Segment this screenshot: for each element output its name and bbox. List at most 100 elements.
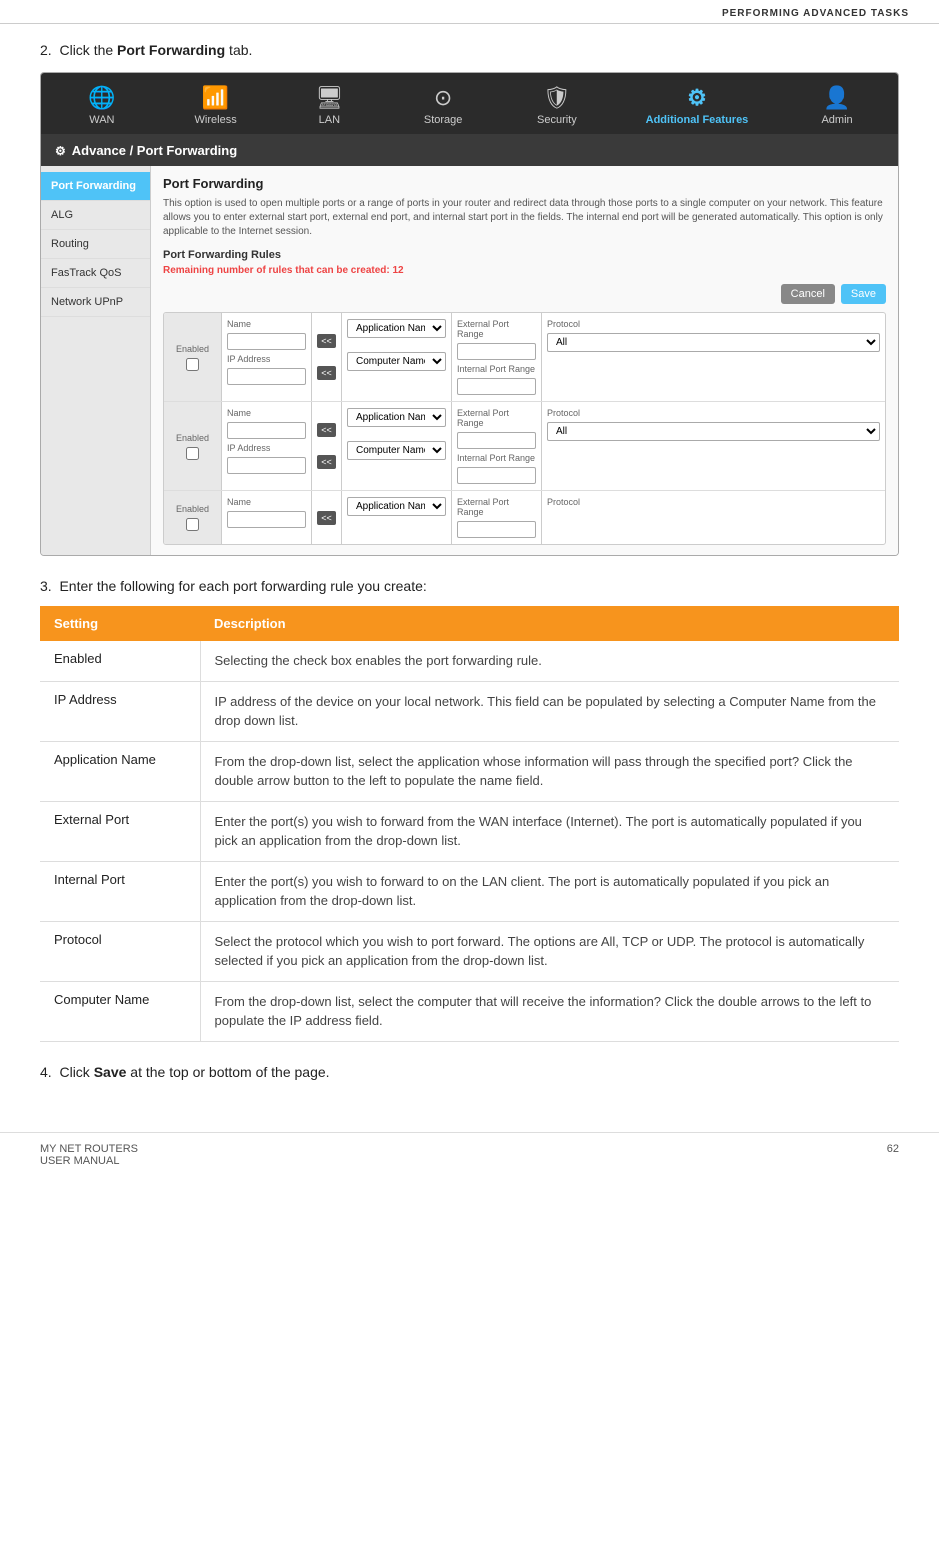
- nav-item-additional[interactable]: Additional Features: [636, 81, 759, 130]
- pf-name-col-3: Name: [222, 491, 312, 544]
- save-button[interactable]: Save: [841, 284, 886, 304]
- pf-app-select-1[interactable]: Application Name: [347, 319, 446, 338]
- rules-count: Remaining number of rules that can be cr…: [163, 265, 886, 276]
- nav-label-wireless: Wireless: [195, 114, 237, 126]
- page-content: 2. Click the Port Forwarding tab. WAN Wi…: [0, 24, 939, 1122]
- pf-arrow-btn-app-1[interactable]: <<: [317, 334, 336, 348]
- storage-icon: [434, 85, 452, 111]
- pf-app-select-2[interactable]: Application Name: [347, 408, 446, 427]
- footer-left: MY NET ROUTERSUSER MANUAL: [40, 1143, 138, 1167]
- pf-arrow-btn-comp-2[interactable]: <<: [317, 455, 336, 469]
- pf-protocol-select-2[interactable]: All TCP UDP: [547, 422, 880, 441]
- nav-item-storage[interactable]: Storage: [408, 81, 478, 130]
- description-cell: From the drop-down list, select the comp…: [200, 981, 899, 1041]
- pf-app-col-1: Application Name Computer Name: [342, 313, 452, 401]
- content-desc: This option is used to open multiple por…: [163, 197, 886, 239]
- rules-buttons: Cancel Save: [163, 284, 886, 304]
- setting-cell: Computer Name: [40, 981, 200, 1041]
- step3-title: 3. Enter the following for each port for…: [40, 578, 899, 594]
- cancel-button[interactable]: Cancel: [781, 284, 835, 304]
- setting-cell: Internal Port: [40, 861, 200, 921]
- pf-name-col-2: Name IP Address: [222, 402, 312, 490]
- pf-checkbox-3[interactable]: [186, 518, 199, 531]
- nav-label-additional: Additional Features: [646, 114, 749, 126]
- pf-row-3: Enabled Name << Application Name: [164, 491, 885, 544]
- pf-ext-port-input-2[interactable]: [457, 432, 536, 449]
- pf-arrow-btn-app-2[interactable]: <<: [317, 423, 336, 437]
- nav-item-security[interactable]: Security: [522, 81, 592, 130]
- setting-cell: External Port: [40, 801, 200, 861]
- pf-comp-select-2[interactable]: Computer Name: [347, 441, 446, 460]
- pf-ext-port-input-1[interactable]: [457, 343, 536, 360]
- nav-label-lan: LAN: [319, 114, 340, 126]
- nav-label-storage: Storage: [424, 114, 463, 126]
- sidebar-item-alg[interactable]: ALG: [41, 201, 150, 230]
- page-footer: MY NET ROUTERSUSER MANUAL 62: [0, 1132, 939, 1177]
- pf-arrow-btn-app-3[interactable]: <<: [317, 511, 336, 525]
- description-cell: IP address of the device on your local n…: [200, 681, 899, 741]
- setting-cell: Enabled: [40, 641, 200, 681]
- nav-label-admin: Admin: [821, 114, 852, 126]
- sidebar-item-routing[interactable]: Routing: [41, 230, 150, 259]
- nav-label-wan: WAN: [89, 114, 114, 126]
- breadcrumb-bar: Advance / Port Forwarding: [41, 134, 898, 166]
- pf-protocol-select-1[interactable]: All TCP UDP: [547, 333, 880, 352]
- table-row: Computer NameFrom the drop-down list, se…: [40, 981, 899, 1041]
- sidebar-item-fastrack[interactable]: FasTrack QoS: [41, 259, 150, 288]
- table-row: ProtocolSelect the protocol which you wi…: [40, 921, 899, 981]
- pf-enabled-3: Enabled: [164, 491, 222, 544]
- admin-icon: [823, 85, 850, 111]
- pf-app-col-3: Application Name: [342, 491, 452, 544]
- sidebar-item-network-upnp[interactable]: Network UPnP: [41, 288, 150, 317]
- pf-checkbox-2[interactable]: [186, 447, 199, 460]
- table-row: EnabledSelecting the check box enables t…: [40, 641, 899, 681]
- pf-checkbox-1[interactable]: [186, 358, 199, 371]
- nav-item-wireless[interactable]: Wireless: [181, 81, 251, 130]
- pf-port-col-3: External Port Range: [452, 491, 542, 544]
- pf-ip-input-1[interactable]: [227, 368, 306, 385]
- pf-port-col-1: External Port Range Internal Port Range: [452, 313, 542, 401]
- lan-icon: [315, 85, 343, 111]
- description-cell: Select the protocol which you wish to po…: [200, 921, 899, 981]
- pf-int-port-input-2[interactable]: [457, 467, 536, 484]
- pf-row-2: Enabled Name IP Address << <: [164, 402, 885, 491]
- router-main: Port Forwarding ALG Routing FasTrack QoS…: [41, 166, 898, 555]
- description-cell: Enter the port(s) you wish to forward fr…: [200, 801, 899, 861]
- nav-item-admin[interactable]: Admin: [802, 81, 872, 130]
- pf-protocol-col-2: Protocol All TCP UDP: [542, 402, 885, 490]
- breadcrumb-gear-icon: [55, 142, 66, 158]
- pf-protocol-col-3: Protocol: [542, 491, 885, 544]
- table-row: Application NameFrom the drop-down list,…: [40, 741, 899, 801]
- pf-port-col-2: External Port Range Internal Port Range: [452, 402, 542, 490]
- nav-item-lan[interactable]: LAN: [294, 81, 364, 130]
- pf-app-select-3[interactable]: Application Name: [347, 497, 446, 516]
- pf-arrow-col-2: << <<: [312, 402, 342, 490]
- pf-ip-input-2[interactable]: [227, 457, 306, 474]
- pf-name-input-2[interactable]: [227, 422, 306, 439]
- pf-protocol-col-1: Protocol All TCP UDP: [542, 313, 885, 401]
- pf-name-input-1[interactable]: [227, 333, 306, 350]
- breadcrumb-text: Advance / Port Forwarding: [72, 143, 237, 158]
- pf-name-input-3[interactable]: [227, 511, 306, 528]
- wireless-icon: [202, 85, 229, 111]
- description-cell: From the drop-down list, select the appl…: [200, 741, 899, 801]
- footer-right: 62: [887, 1143, 899, 1167]
- nav-label-security: Security: [537, 114, 577, 126]
- rules-header: Port Forwarding Rules: [163, 249, 886, 261]
- col-setting-header: Setting: [40, 606, 200, 641]
- wan-icon: [88, 85, 115, 111]
- pf-arrow-btn-comp-1[interactable]: <<: [317, 366, 336, 380]
- pf-ext-port-input-3[interactable]: [457, 521, 536, 538]
- table-row: IP AddressIP address of the device on yo…: [40, 681, 899, 741]
- content-title: Port Forwarding: [163, 176, 886, 191]
- pf-int-port-input-1[interactable]: [457, 378, 536, 395]
- sidebar-item-port-forwarding[interactable]: Port Forwarding: [41, 172, 150, 201]
- table-row: External PortEnter the port(s) you wish …: [40, 801, 899, 861]
- security-icon: [543, 85, 571, 111]
- additional-icon: [687, 85, 707, 111]
- step4-title: 4. Click Save at the top or bottom of th…: [40, 1064, 899, 1080]
- nav-item-wan[interactable]: WAN: [67, 81, 137, 130]
- description-cell: Selecting the check box enables the port…: [200, 641, 899, 681]
- pf-comp-select-1[interactable]: Computer Name: [347, 352, 446, 371]
- pf-arrow-col-3: <<: [312, 491, 342, 544]
